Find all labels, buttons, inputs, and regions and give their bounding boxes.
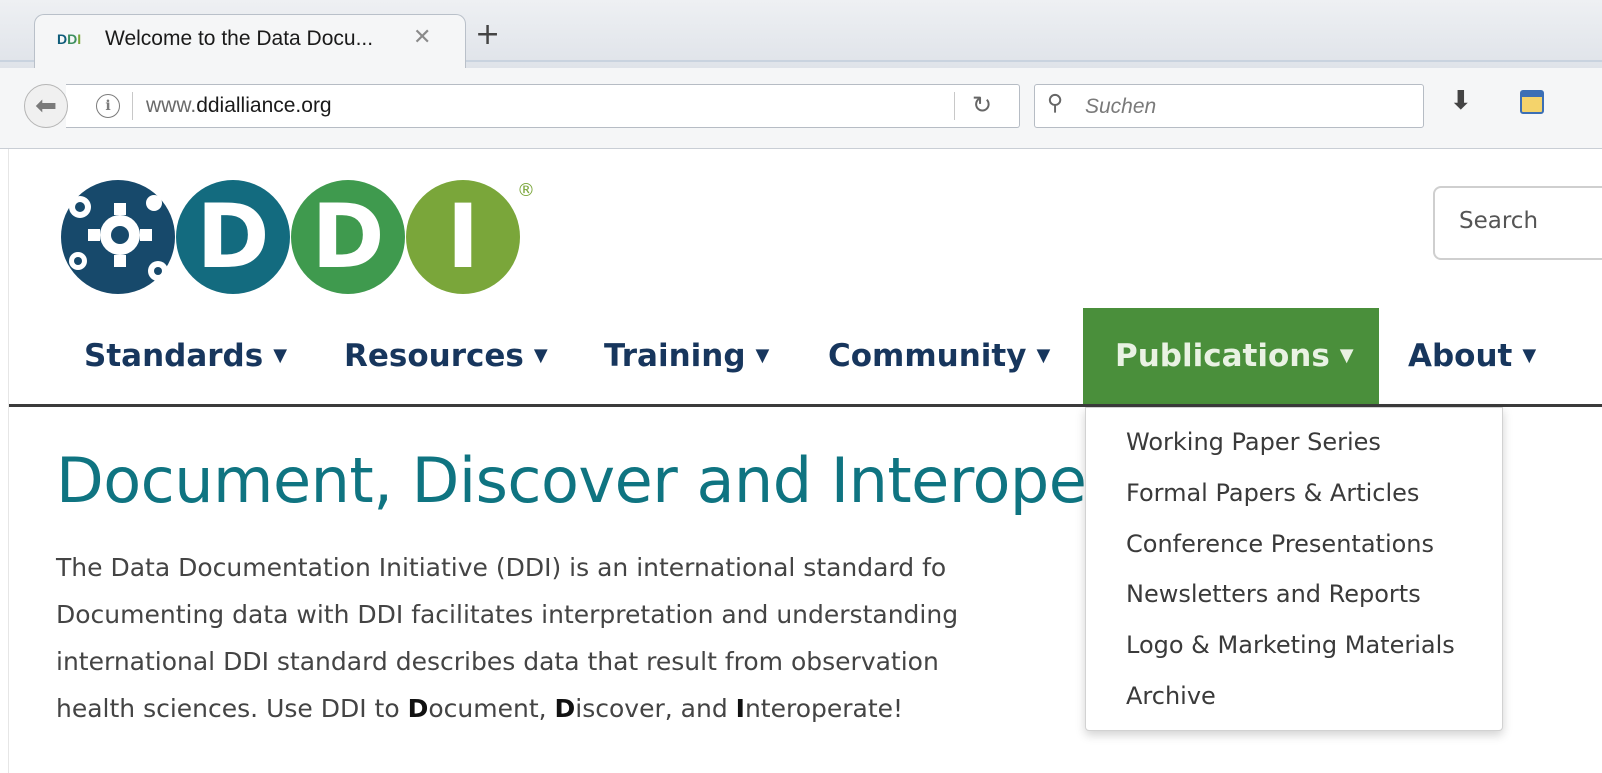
address-bar[interactable]: i www.ddialliance.org ↻ (66, 84, 1020, 128)
menu-item-conference-presentations[interactable]: Conference Presentations (1126, 530, 1434, 558)
tab-strip: DDI Welcome to the Data Docu... ✕ + (0, 0, 1602, 69)
search-icon: ⚲ (1047, 91, 1064, 116)
tab-title: Welcome to the Data Docu... (105, 27, 374, 50)
nav-about[interactable]: About ▼ (1408, 308, 1536, 404)
favicon-icon: DDI (57, 31, 82, 47)
menu-item-working-paper-series[interactable]: Working Paper Series (1126, 428, 1381, 456)
caret-down-icon: ▼ (273, 345, 288, 366)
page-border (8, 149, 9, 773)
browser-tab-active[interactable]: DDI Welcome to the Data Docu... ✕ (34, 14, 466, 69)
site-search-button[interactable]: Search (1433, 186, 1602, 260)
caret-down-icon: ▼ (1036, 345, 1051, 366)
caret-down-icon: ▼ (533, 345, 548, 366)
caret-down-icon: ▼ (1522, 345, 1537, 366)
browser-toolbar: i www.ddialliance.org ↻ ⬅ ⚲ Suchen ⬇ (0, 68, 1602, 149)
gear-logo-icon (61, 180, 175, 294)
nav-training[interactable]: Training ▼ (604, 308, 769, 404)
logo-letter-i: I (447, 185, 480, 288)
close-tab-icon[interactable]: ✕ (413, 25, 431, 50)
download-icon[interactable]: ⬇ (1450, 86, 1472, 116)
browser-search-input[interactable]: ⚲ Suchen (1034, 84, 1424, 128)
page-title: Document, Discover and Interope (56, 444, 1087, 517)
nav-resources[interactable]: Resources ▼ (344, 308, 548, 404)
nav-community[interactable]: Community ▼ (828, 308, 1050, 404)
search-placeholder: Suchen (1085, 95, 1157, 118)
ddi-logo[interactable]: D D I (58, 175, 548, 300)
back-button[interactable]: ⬅ (24, 84, 68, 128)
menu-item-logo-marketing[interactable]: Logo & Marketing Materials (1126, 631, 1455, 659)
site-search-label: Search (1459, 208, 1539, 234)
logo-letter-d2: D (311, 185, 384, 288)
logo-letter-d1: D (196, 185, 269, 288)
menu-item-formal-papers[interactable]: Formal Papers & Articles (1126, 479, 1419, 507)
main-navigation: Standards ▼ Resources ▼ Training ▼ Communit… (0, 308, 1602, 407)
caret-down-icon: ▼ (1339, 345, 1354, 366)
url-text[interactable]: www.ddialliance.org (146, 94, 332, 118)
menu-item-newsletters-reports[interactable]: Newsletters and Reports (1126, 580, 1421, 608)
registered-mark: ® (517, 180, 535, 201)
info-icon[interactable]: i (96, 94, 120, 118)
nav-standards[interactable]: Standards ▼ (84, 308, 287, 404)
caret-down-icon: ▼ (755, 345, 770, 366)
reload-separator (954, 92, 955, 120)
menu-item-archive[interactable]: Archive (1126, 682, 1216, 710)
new-tab-button[interactable]: + (475, 20, 500, 50)
publications-dropdown-menu: Working Paper Series Formal Papers & Art… (1085, 407, 1503, 731)
reload-icon[interactable]: ↻ (972, 91, 992, 119)
nav-publications[interactable]: Publications ▼ (1083, 308, 1379, 404)
url-separator (132, 92, 133, 120)
extension-icon[interactable] (1520, 90, 1544, 114)
back-arrow-icon: ⬅ (35, 91, 57, 121)
